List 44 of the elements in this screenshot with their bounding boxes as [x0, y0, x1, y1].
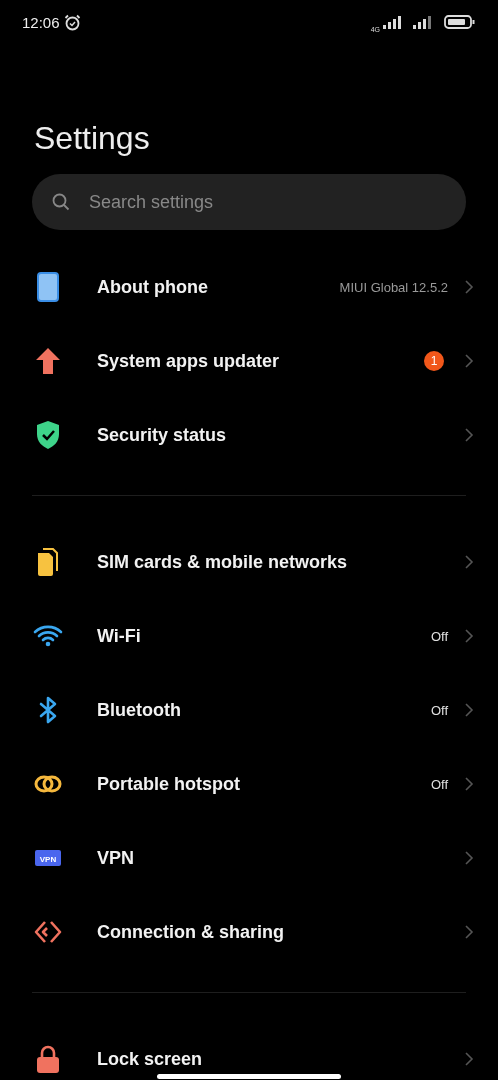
- chevron-right-icon: [464, 628, 474, 644]
- item-value: Off: [430, 702, 448, 718]
- chevron-right-icon: [464, 554, 474, 570]
- item-label: Security status: [97, 426, 227, 444]
- settings-item[interactable]: Security status: [0, 398, 498, 472]
- page-title: Settings: [34, 119, 151, 158]
- settings-item[interactable]: VPN VPN: [0, 821, 498, 895]
- chevron-right-icon: [464, 702, 474, 718]
- alarm-icon: [63, 13, 81, 31]
- settings-item[interactable]: Connection & sharing: [0, 895, 498, 969]
- item-label: Wi-Fi: [97, 627, 141, 645]
- clock-time: 12:06: [22, 13, 60, 31]
- signal-icon: [382, 15, 404, 29]
- item-label: Bluetooth: [97, 701, 181, 719]
- item-label: System apps updater: [97, 352, 280, 370]
- chevron-right-icon: [464, 427, 474, 443]
- item-label: VPN: [97, 849, 134, 867]
- settings-item[interactable]: Portable hotspot Off: [0, 747, 498, 821]
- home-indicator[interactable]: [157, 1074, 341, 1079]
- chevron-right-icon: [464, 850, 474, 866]
- settings-item[interactable]: About phone MIUI Global 12.5.2: [0, 250, 498, 324]
- chevron-right-icon: [464, 924, 474, 940]
- settings-item[interactable]: Lock screen: [0, 1022, 498, 1080]
- battery-icon: [444, 15, 476, 29]
- settings-item[interactable]: System apps updater 1: [0, 324, 498, 398]
- item-label: Lock screen: [97, 1050, 203, 1068]
- item-label: SIM cards & mobile networks: [97, 553, 348, 571]
- notification-badge: 1: [424, 351, 444, 371]
- item-value: Off: [430, 776, 448, 792]
- signal-icon: [412, 15, 434, 29]
- search-icon: [52, 193, 70, 211]
- chevron-right-icon: [464, 776, 474, 792]
- settings-item[interactable]: SIM cards & mobile networks: [0, 525, 498, 599]
- chevron-right-icon: [464, 353, 474, 369]
- settings-item[interactable]: Wi-Fi Off: [0, 599, 498, 673]
- item-value: MIUI Global 12.5.2: [339, 279, 448, 295]
- item-value: Off: [430, 628, 448, 644]
- chevron-right-icon: [464, 1051, 474, 1067]
- settings-item[interactable]: Bluetooth Off: [0, 673, 498, 747]
- search-field[interactable]: Search settings: [32, 174, 466, 230]
- item-label: Portable hotspot: [97, 775, 240, 793]
- item-label: Connection & sharing: [97, 923, 284, 941]
- item-label: About phone: [97, 278, 208, 296]
- chevron-right-icon: [464, 279, 474, 295]
